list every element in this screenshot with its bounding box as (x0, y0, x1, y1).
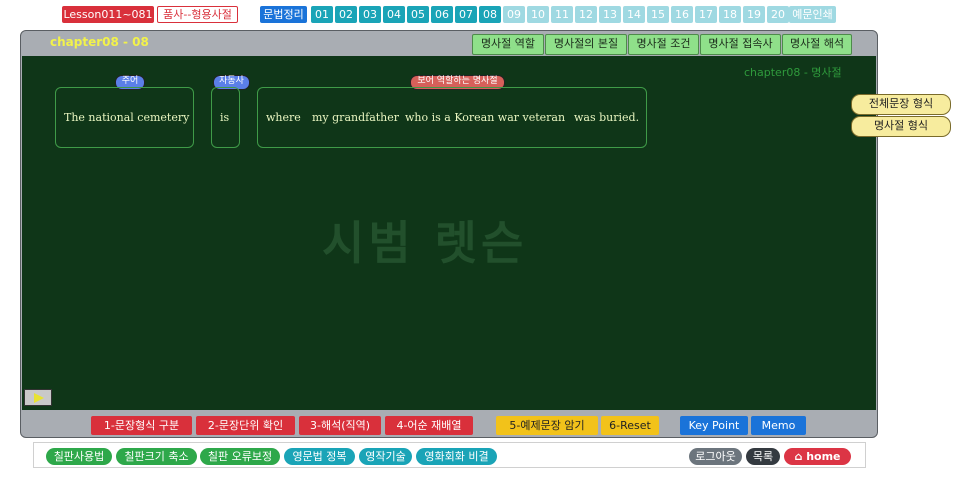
word-was-buried[interactable]: was buried. (574, 111, 639, 124)
lesson-range-button[interactable]: Lesson011~081 (62, 6, 154, 23)
reset-button[interactable]: 6-Reset (601, 416, 659, 435)
step5-memorize-button[interactable]: 5-예제문장 암기 (496, 416, 598, 435)
full-sentence-form-button[interactable]: 전체문장 형식 (851, 94, 951, 115)
lesson-number-button[interactable]: 10 (527, 6, 549, 23)
word-verb[interactable]: is (220, 111, 229, 124)
grammar-summary-button[interactable]: 문법정리 (260, 6, 307, 23)
key-point-button[interactable]: Key Point (680, 416, 748, 435)
word-where[interactable]: where (266, 111, 301, 124)
logout-button[interactable]: 로그아웃 (689, 448, 742, 465)
chapter-label: chapter08 - 명사절 (744, 66, 842, 79)
lesson-number-button[interactable]: 18 (719, 6, 741, 23)
lesson-number-button[interactable]: 12 (575, 6, 597, 23)
home-icon: ⌂ (794, 450, 803, 463)
word-my-grandfather[interactable]: my grandfather (312, 111, 399, 124)
memo-button[interactable]: Memo (751, 416, 806, 435)
lesson-number-button[interactable]: 17 (695, 6, 717, 23)
play-icon[interactable] (24, 389, 52, 406)
noun-clause-form-button[interactable]: 명사절 형식 (851, 116, 951, 137)
watermark: 시범 렛슨 (322, 216, 528, 270)
board-title: chapter08 - 08 (50, 35, 149, 49)
tab-noun-clause-essence[interactable]: 명사절의 본질 (545, 34, 627, 55)
writing-skill-button[interactable]: 영작기술 (359, 448, 412, 465)
word-subject[interactable]: The national cemetery (64, 111, 189, 124)
tab-noun-clause-conjunction[interactable]: 명사절 접속사 (700, 34, 781, 55)
movie-conversation-button[interactable]: 영화회화 비결 (416, 448, 497, 465)
tab-noun-clause-role[interactable]: 명사절 역할 (472, 34, 544, 55)
lesson-number-button[interactable]: 03 (359, 6, 381, 23)
list-button[interactable]: 목록 (746, 448, 780, 465)
lesson-number-button[interactable]: 04 (383, 6, 405, 23)
board-shrink-button[interactable]: 칠판크기 축소 (116, 448, 197, 465)
lesson-number-button[interactable]: 02 (335, 6, 357, 23)
lesson-number-button[interactable]: 16 (671, 6, 693, 23)
home-button[interactable]: ⌂ home (784, 448, 851, 465)
lesson-number-button[interactable]: 09 (503, 6, 525, 23)
lesson-number-button[interactable]: 20 (767, 6, 789, 23)
tab-noun-clause-condition[interactable]: 명사절 조건 (628, 34, 699, 55)
lesson-number-button[interactable]: 19 (743, 6, 765, 23)
lesson-number-button[interactable]: 01 (311, 6, 333, 23)
print-examples-button[interactable]: 예문인쇄 (789, 6, 836, 23)
lesson-number-button[interactable]: 08 (479, 6, 501, 23)
lesson-number-button[interactable]: 07 (455, 6, 477, 23)
home-label: home (806, 450, 841, 463)
lesson-number-button[interactable]: 13 (599, 6, 621, 23)
word-relative-clause[interactable]: who is a Korean war veteran (405, 111, 565, 124)
lesson-number-button[interactable]: 14 (623, 6, 645, 23)
board-error-fix-button[interactable]: 칠판 오류보정 (200, 448, 280, 465)
step3-translation-button[interactable]: 3-해석(직역) (299, 416, 381, 435)
lesson-number-button[interactable]: 15 (647, 6, 669, 23)
step4-reorder-button[interactable]: 4-어순 재배열 (385, 416, 473, 435)
step2-sentence-unit-button[interactable]: 2-문장단위 확인 (196, 416, 295, 435)
lesson-number-button[interactable]: 06 (431, 6, 453, 23)
board-usage-button[interactable]: 칠판사용법 (46, 448, 112, 465)
lesson-number-button[interactable]: 11 (551, 6, 573, 23)
part-of-speech-button[interactable]: 품사--형용사절 (157, 6, 238, 23)
lesson-number-button[interactable]: 05 (407, 6, 429, 23)
tab-noun-clause-interpretation[interactable]: 명사절 해석 (782, 34, 852, 55)
grammar-mastery-button[interactable]: 영문법 정복 (284, 448, 355, 465)
step1-sentence-form-button[interactable]: 1-문장형식 구분 (91, 416, 192, 435)
